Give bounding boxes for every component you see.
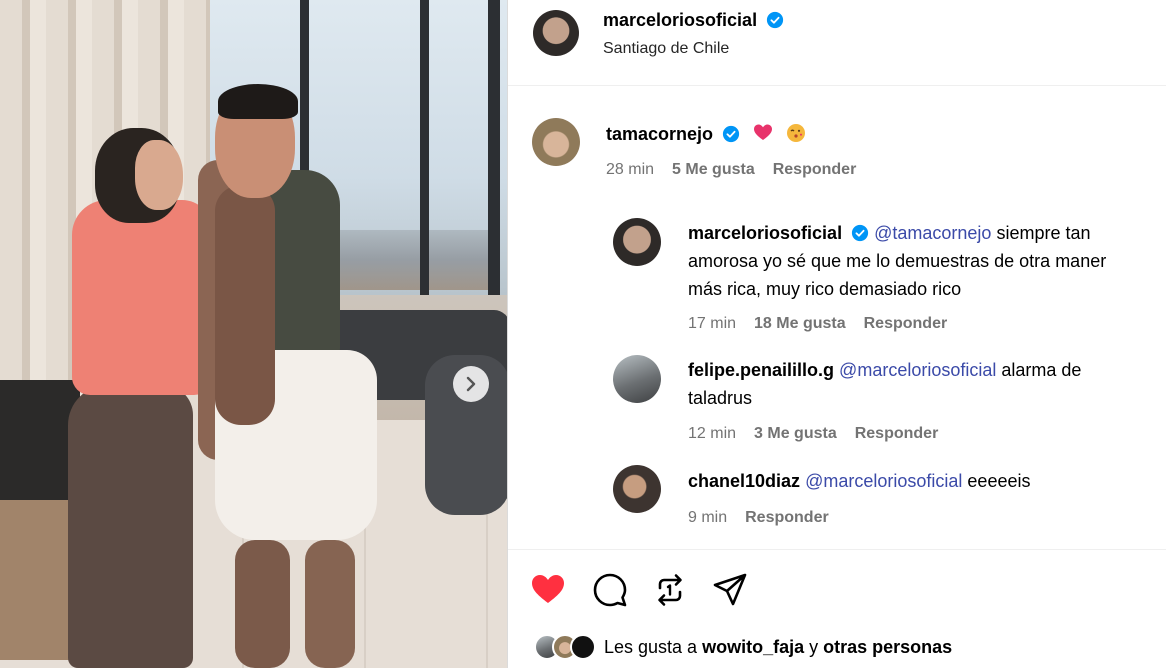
photo-woman-legs (68, 385, 193, 668)
reply-username[interactable]: felipe.penailillo.g (688, 360, 834, 380)
reply-text: alarma de (1001, 360, 1082, 380)
likes-summary[interactable]: Les gusta a wowito_faja y otras personas (534, 634, 952, 660)
liker-avatars (534, 634, 596, 660)
verified-badge-icon (766, 11, 783, 29)
reply-likes[interactable]: 3 Me gusta (754, 425, 837, 443)
reply-button[interactable]: Responder (855, 425, 939, 443)
heart-icon[interactable] (530, 572, 566, 608)
reply-button[interactable]: Responder (745, 509, 829, 527)
avatar[interactable] (613, 355, 661, 403)
reply-username[interactable]: chanel10diaz (688, 471, 800, 491)
other-likers-link[interactable]: otras personas (823, 637, 952, 658)
avatar (570, 634, 596, 660)
avatar[interactable] (613, 218, 661, 266)
reply-text: amorosa yo sé que me lo demuestras de ot… (688, 251, 1107, 271)
avatar[interactable] (532, 118, 580, 166)
photo-woman-jacket (72, 200, 212, 395)
comment-meta: 28 min 5 Me gusta Responder (606, 161, 856, 179)
repost-icon[interactable] (652, 572, 688, 608)
reply-text: más rica, muy rico demasiado rico (688, 279, 962, 299)
reply-text: eeeeeis (967, 471, 1031, 491)
verified-badge-icon (722, 125, 740, 143)
comment-likes[interactable]: 5 Me gusta (672, 161, 755, 179)
share-icon[interactable] (712, 572, 748, 608)
post-photo[interactable] (0, 0, 507, 668)
photo-mullion (488, 0, 500, 295)
reply-text: taladrus (688, 388, 753, 408)
reply-item: chanel10diaz @marceloriosoficial eeeeeis (688, 467, 1158, 495)
verified-badge-icon (851, 224, 869, 242)
photo-man-arm (215, 185, 275, 425)
avatar[interactable] (613, 465, 661, 513)
photo-man-leg (305, 540, 355, 668)
photo-man-leg (235, 540, 290, 668)
reply-item: marceloriosoficial @tamacornejo siempre … (688, 219, 1166, 303)
photo-man-hair (218, 84, 298, 119)
reply-button[interactable]: Responder (864, 315, 948, 333)
reply-item: felipe.penailillo.g @marceloriosoficial … (688, 356, 1158, 412)
reply-button[interactable]: Responder (773, 161, 857, 179)
reply-time[interactable]: 12 min (688, 425, 736, 443)
reply-time[interactable]: 17 min (688, 315, 736, 333)
reply-username[interactable]: marceloriosoficial (688, 223, 842, 243)
reply-text: siempre tan (996, 223, 1091, 243)
post-location[interactable]: Santiago de Chile (603, 40, 729, 58)
comment-icon[interactable] (592, 572, 628, 608)
reply-meta: 12 min 3 Me gusta Responder (688, 425, 938, 443)
comment-time[interactable]: 28 min (606, 161, 654, 179)
photo-woman-face (135, 140, 183, 210)
kiss-face-emoji-icon (787, 124, 806, 142)
heart-emoji-icon (754, 124, 773, 140)
author-line: marceloriosoficial (603, 10, 784, 31)
post-side-panel: marceloriosoficial Santiago de Chile tam… (507, 0, 1166, 668)
reply-likes[interactable]: 18 Me gusta (754, 315, 846, 333)
mention-link[interactable]: @tamacornejo (874, 223, 991, 243)
liker-username[interactable]: wowito_faja (702, 637, 804, 658)
likes-prefix: Les gusta a (604, 636, 698, 657)
chevron-right-icon (466, 376, 476, 392)
reply-time[interactable]: 9 min (688, 509, 727, 527)
likes-connector: y (809, 636, 819, 657)
mention-link[interactable]: @marceloriosoficial (805, 471, 962, 491)
photo-mullion (420, 0, 429, 295)
comment-username[interactable]: tamacornejo (606, 124, 713, 144)
avatar[interactable] (533, 10, 579, 56)
reply-meta: 9 min Responder (688, 509, 829, 527)
post-header: marceloriosoficial Santiago de Chile (508, 0, 1166, 86)
next-photo-button[interactable] (453, 366, 489, 402)
comment-body: tamacornejo (606, 120, 806, 148)
author-username[interactable]: marceloriosoficial (603, 10, 757, 30)
mention-link[interactable]: @marceloriosoficial (839, 360, 996, 380)
reply-meta: 17 min 18 Me gusta Responder (688, 315, 947, 333)
